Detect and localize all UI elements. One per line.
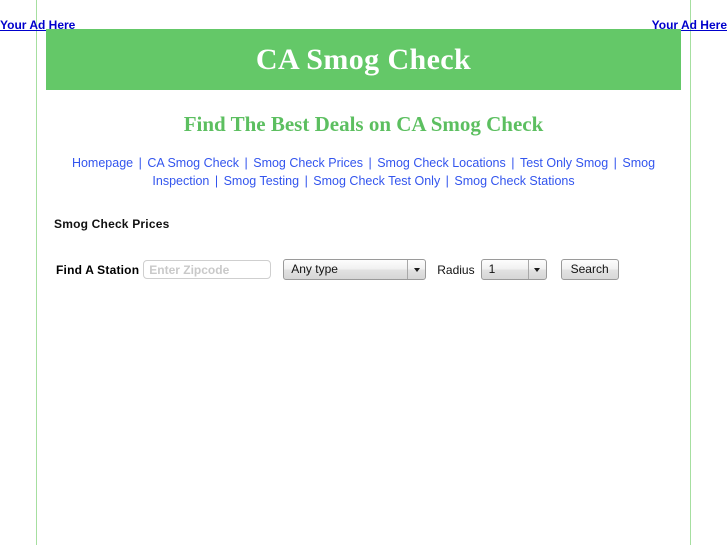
zipcode-input[interactable]	[143, 260, 272, 280]
nav-separator: |	[301, 174, 312, 189]
nav-link-ca-smog-check[interactable]: CA Smog Check	[147, 156, 239, 170]
find-a-station-label: Find A Station	[56, 262, 140, 277]
station-search-form: Find A Station Any type Radius 1 Search	[37, 231, 690, 281]
nav-link-smog-check-locations[interactable]: Smog Check Locations	[377, 156, 506, 170]
nav-separator: |	[507, 156, 518, 171]
section-title: Smog Check Prices	[54, 217, 170, 232]
nav-link-homepage[interactable]: Homepage	[72, 156, 133, 170]
page-content: Find The Best Deals on CA Smog Check Hom…	[37, 90, 690, 281]
nav-separator: |	[241, 156, 252, 171]
search-button[interactable]: Search	[560, 259, 619, 281]
radius-label: Radius	[437, 262, 475, 277]
nav-link-test-only-smog[interactable]: Test Only Smog	[520, 156, 608, 170]
chevron-down-icon	[407, 260, 425, 280]
nav-link-smog-testing[interactable]: Smog Testing	[224, 174, 300, 188]
page-border-right	[690, 0, 691, 545]
nav-link-smog-check-test-only[interactable]: Smog Check Test Only	[313, 174, 440, 188]
chevron-down-icon	[527, 260, 546, 280]
nav-link-smog-check-stations[interactable]: Smog Check Stations	[454, 174, 574, 188]
station-type-selected-value: Any type	[291, 262, 338, 277]
nav-separator: |	[610, 156, 621, 171]
nav-separator: |	[135, 156, 146, 171]
nav-separator: |	[442, 174, 453, 189]
page-subheading: Find The Best Deals on CA Smog Check	[183, 112, 544, 136]
site-title: CA Smog Check	[255, 42, 472, 76]
nav-link-smog-check-prices[interactable]: Smog Check Prices	[253, 156, 363, 170]
nav-separator: |	[211, 174, 222, 189]
radius-select[interactable]: 1	[480, 259, 547, 281]
nav-separator: |	[365, 156, 376, 171]
site-masthead: CA Smog Check	[46, 29, 681, 90]
station-type-select[interactable]: Any type	[283, 259, 427, 281]
primary-nav: Homepage | CA Smog Check | Smog Check Pr…	[37, 137, 690, 190]
